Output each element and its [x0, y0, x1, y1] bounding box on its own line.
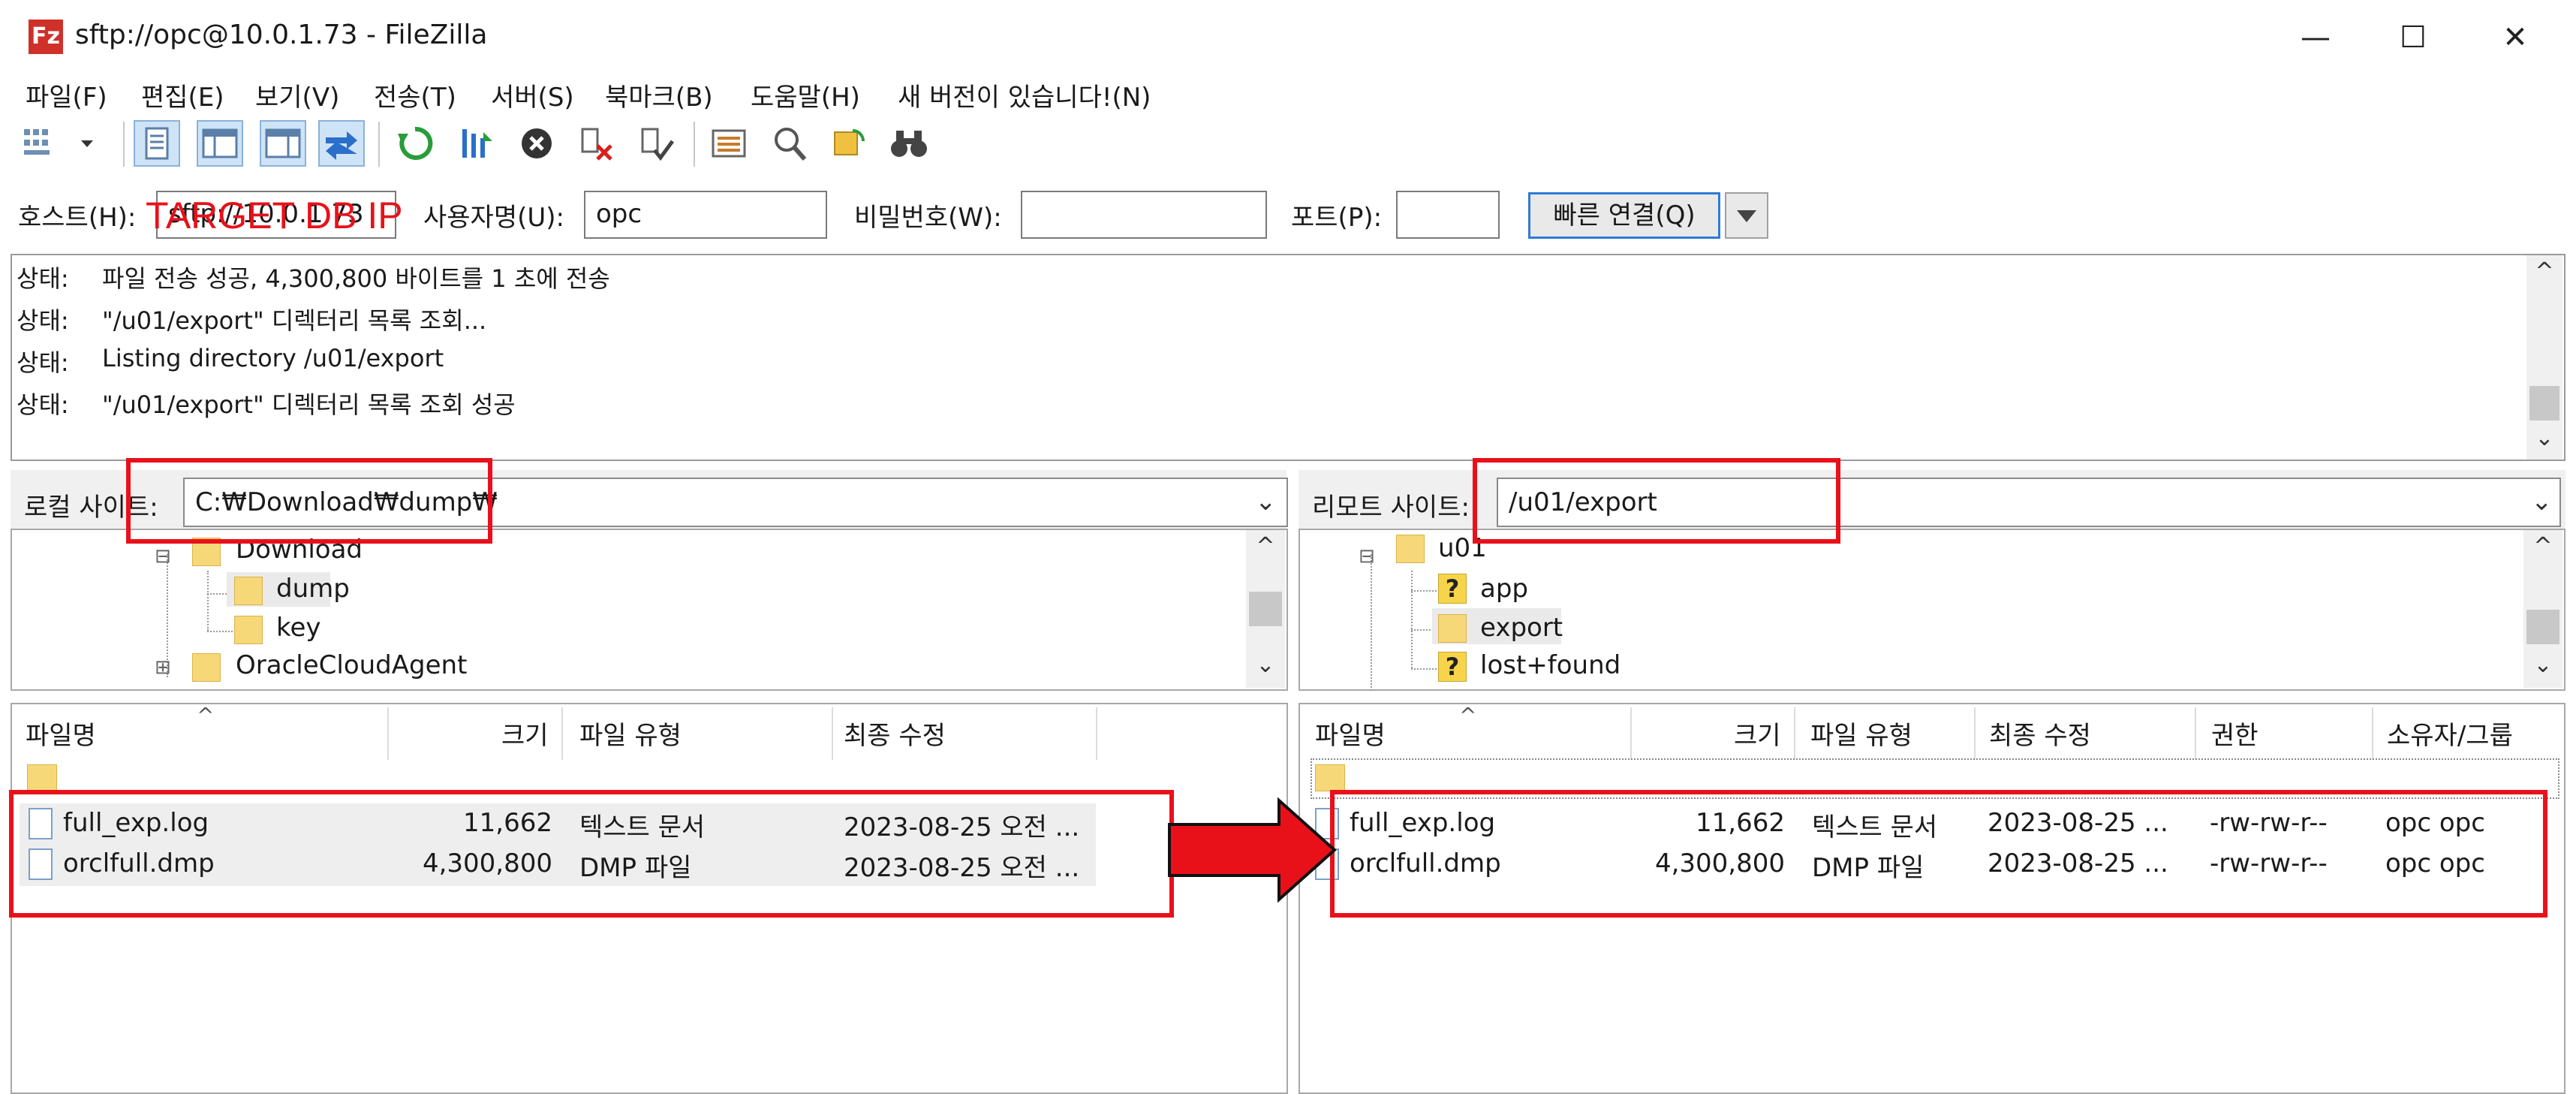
- scroll-up-icon[interactable]: ^: [1250, 533, 1280, 559]
- tree-item-dump[interactable]: dump: [276, 574, 350, 604]
- toggle-transfer-queue-icon[interactable]: [318, 120, 365, 167]
- collapse-icon[interactable]: ⊟: [155, 545, 171, 568]
- folder-icon: [234, 577, 263, 605]
- parent-folder-icon[interactable]: [1315, 764, 1345, 791]
- log-line: 파일 전송 성공, 4,300,800 바이트를 1 초에 전송: [102, 264, 610, 293]
- tree-item-oraclecloudagent[interactable]: OracleCloudAgent: [236, 650, 467, 680]
- menu-bookmarks[interactable]: 북마크(B): [605, 77, 713, 113]
- parent-folder-icon[interactable]: [27, 764, 57, 791]
- reconnect-icon[interactable]: [633, 120, 680, 167]
- toggle-local-tree-icon[interactable]: [197, 120, 243, 167]
- toggle-remote-tree-icon[interactable]: [260, 120, 306, 167]
- remote-site-label: 리모트 사이트:: [1312, 493, 1470, 523]
- directory-comparison-icon[interactable]: [766, 120, 812, 167]
- process-queue-icon[interactable]: [453, 120, 500, 167]
- close-button[interactable]: ✕: [2474, 14, 2556, 62]
- tree-item-lost-found[interactable]: lost+found: [1480, 650, 1621, 680]
- column-header-type[interactable]: 파일 유형: [1810, 715, 1912, 752]
- scroll-down-icon[interactable]: ⌄: [1250, 652, 1280, 678]
- maximize-button[interactable]: ☐: [2372, 14, 2454, 62]
- directory-filter-icon[interactable]: [706, 120, 752, 167]
- menu-file[interactable]: 파일(F): [26, 77, 107, 113]
- folder-icon: [1396, 535, 1425, 563]
- column-header-size[interactable]: 크기: [501, 715, 549, 752]
- local-path-highlight: [126, 458, 492, 544]
- chevron-down-icon: [1737, 210, 1756, 222]
- toolbar: [11, 116, 956, 176]
- log-label: 상태:: [17, 306, 69, 335]
- folder-icon: [192, 653, 221, 682]
- local-files-highlight: [9, 790, 1174, 918]
- quickconnect-dropdown-button[interactable]: [1725, 192, 1768, 239]
- menu-view[interactable]: 보기(V): [255, 77, 339, 113]
- local-tree-scroll-thumb[interactable]: [1249, 592, 1282, 626]
- refresh-icon[interactable]: [392, 120, 438, 167]
- disconnect-icon[interactable]: [573, 120, 620, 167]
- quickconnect-button[interactable]: 빠른 연결(Q): [1528, 192, 1720, 239]
- column-header-modified[interactable]: 최종 수정: [844, 715, 946, 752]
- chevron-down-icon[interactable]: ⌄: [2531, 487, 2553, 517]
- unknown-folder-icon: ?: [1438, 652, 1467, 682]
- chevron-down-icon[interactable]: ⌄: [1255, 487, 1277, 517]
- folder-icon: [234, 616, 263, 644]
- scroll-up-icon[interactable]: ^: [2529, 258, 2559, 285]
- column-header-modified[interactable]: 최종 수정: [1989, 715, 2091, 752]
- remote-tree-scroll-thumb[interactable]: [2526, 610, 2559, 644]
- menu-edit[interactable]: 편집(E): [141, 77, 224, 113]
- filezilla-icon: Fz: [29, 20, 63, 54]
- host-label: 호스트(H):: [18, 203, 137, 233]
- sort-ascending-icon: ^: [1459, 703, 1477, 728]
- log-line: Listing directory /u01/export: [102, 344, 444, 372]
- collapse-icon[interactable]: ⊟: [1359, 545, 1375, 568]
- tree-item-export[interactable]: export: [1480, 613, 1563, 643]
- log-label: 상태:: [17, 264, 69, 293]
- log-label: 상태:: [17, 390, 69, 419]
- port-input[interactable]: [1396, 191, 1500, 239]
- site-manager-icon[interactable]: [18, 120, 65, 167]
- username-input[interactable]: opc: [584, 191, 827, 239]
- scroll-up-icon[interactable]: ^: [2528, 533, 2558, 559]
- log-scroll-thumb[interactable]: [2529, 386, 2559, 420]
- window-title: sftp://opc@10.0.1.73 - FileZilla: [75, 20, 488, 50]
- column-header-filename[interactable]: 파일명: [26, 715, 96, 752]
- target-db-ip-annotation: TARGET DB IP: [146, 194, 403, 237]
- log-line: "/u01/export" 디렉터리 목록 조회...: [102, 306, 487, 335]
- column-header-permissions[interactable]: 권한: [2211, 715, 2259, 752]
- column-header-type[interactable]: 파일 유형: [579, 715, 682, 752]
- log-line: "/u01/export" 디렉터리 목록 조회 성공: [102, 390, 516, 419]
- toggle-log-icon[interactable]: [134, 120, 180, 167]
- log-label: 상태:: [17, 348, 69, 377]
- username-label: 사용자명(U):: [423, 203, 564, 233]
- scroll-down-icon[interactable]: ⌄: [2528, 652, 2558, 678]
- expand-icon[interactable]: ⊞: [155, 656, 171, 679]
- menu-server[interactable]: 서버(S): [491, 77, 574, 113]
- site-manager-dropdown-icon[interactable]: [72, 120, 102, 167]
- remote-path-highlight: [1473, 458, 1840, 544]
- transfer-arrow-icon: [1166, 797, 1339, 903]
- password-input[interactable]: [1021, 191, 1267, 239]
- folder-icon: [1438, 614, 1467, 643]
- port-label: 포트(P):: [1291, 203, 1383, 233]
- search-binoculars-icon[interactable]: [886, 120, 932, 167]
- column-header-filename[interactable]: 파일명: [1315, 715, 1386, 752]
- sort-ascending-icon: ^: [197, 703, 215, 728]
- menu-transfer[interactable]: 전송(T): [374, 77, 456, 113]
- scroll-down-icon[interactable]: ⌄: [2529, 425, 2559, 451]
- sync-browsing-icon[interactable]: [826, 120, 872, 167]
- remote-files-highlight: [1330, 790, 2547, 918]
- tree-item-app[interactable]: app: [1480, 574, 1528, 604]
- menu-new-version[interactable]: 새 버전이 있습니다!(N): [898, 77, 1151, 113]
- unknown-folder-icon: ?: [1438, 574, 1467, 604]
- minimize-button[interactable]: —: [2274, 14, 2357, 62]
- menu-help[interactable]: 도움말(H): [751, 77, 860, 113]
- tree-item-key[interactable]: key: [276, 613, 321, 643]
- column-header-owner[interactable]: 소유자/그룹: [2387, 715, 2513, 752]
- cancel-operation-icon[interactable]: [513, 120, 560, 167]
- password-label: 비밀번호(W):: [854, 203, 1002, 233]
- column-header-size[interactable]: 크기: [1734, 715, 1781, 752]
